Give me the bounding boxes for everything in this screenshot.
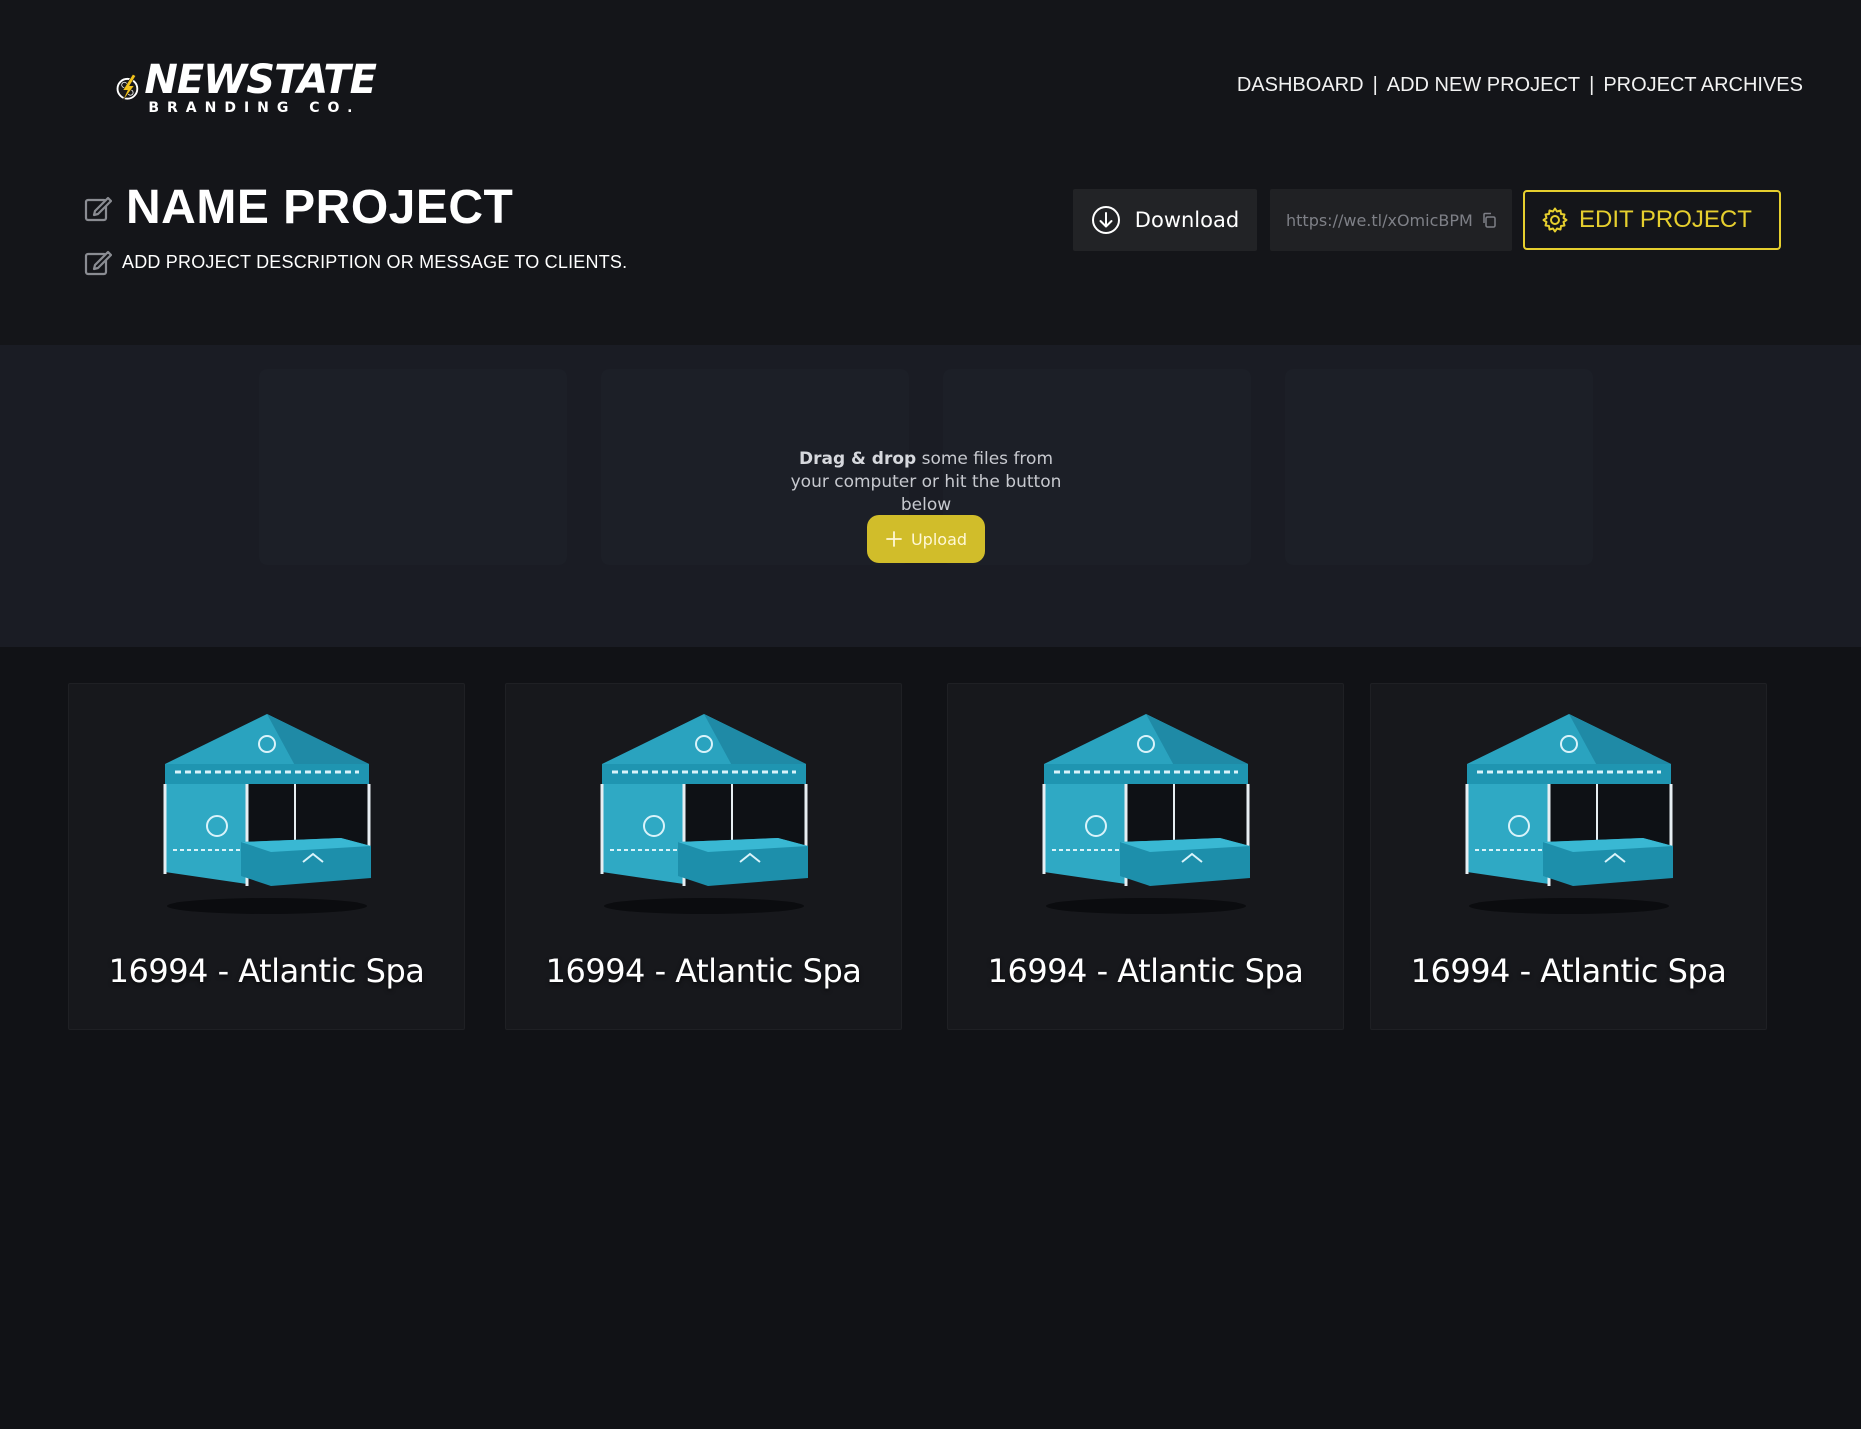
project-card-label: 16994 - Atlantic Spa xyxy=(108,952,425,990)
project-description-row: ADD PROJECT DESCRIPTION OR MESSAGE TO CL… xyxy=(84,248,627,276)
project-card-label: 16994 - Atlantic Spa xyxy=(1410,952,1727,990)
lightning-bolt-icon xyxy=(116,73,139,102)
placeholder-tile xyxy=(1285,369,1593,565)
project-description: ADD PROJECT DESCRIPTION OR MESSAGE TO CL… xyxy=(122,251,628,272)
project-card[interactable]: 16994 - Atlantic Spa xyxy=(947,683,1344,1030)
brand-tagline: BRANDING CO. xyxy=(148,100,361,116)
tent-image xyxy=(1465,714,1675,914)
gear-icon xyxy=(1542,207,1568,233)
project-actions: Download https://we.tl/xOmicBPM EDIT PRO… xyxy=(1073,189,1781,251)
share-link-field[interactable]: https://we.tl/xOmicBPM xyxy=(1270,189,1512,251)
plus-icon xyxy=(886,531,902,547)
project-card[interactable]: 16994 - Atlantic Spa xyxy=(1370,683,1767,1030)
tent-image xyxy=(600,714,810,914)
brand-name: NEWSTATE xyxy=(144,57,377,103)
share-link-text: https://we.tl/xOmicBPM xyxy=(1286,210,1473,230)
pencil-square-icon[interactable] xyxy=(84,194,112,222)
tent-image xyxy=(163,714,373,914)
tent-image xyxy=(1042,714,1252,914)
nav-project-archives[interactable]: PROJECT ARCHIVES xyxy=(1603,74,1803,97)
upload-button[interactable]: Upload xyxy=(867,515,985,563)
page-title: NAME PROJECT xyxy=(126,181,514,234)
edit-project-button[interactable]: EDIT PROJECT xyxy=(1523,190,1781,250)
nav-separator: | xyxy=(1589,74,1595,96)
nav-separator: | xyxy=(1372,74,1378,96)
project-card[interactable]: 16994 - Atlantic Spa xyxy=(505,683,902,1030)
page: NEWSTATE BRANDING CO. DASHBOARD | ADD NE… xyxy=(0,0,1861,1429)
edit-project-label: EDIT PROJECT xyxy=(1579,206,1752,233)
upload-label: Upload xyxy=(910,529,968,549)
project-title-row: NAME PROJECT xyxy=(84,180,513,235)
nav-add-new-project[interactable]: ADD NEW PROJECT xyxy=(1387,74,1580,97)
brand-logo[interactable]: NEWSTATE BRANDING CO. xyxy=(116,48,377,128)
download-circle-icon xyxy=(1091,206,1120,234)
project-card-label: 16994 - Atlantic Spa xyxy=(987,952,1304,990)
upload-dropzone[interactable]: Drag & drop some files from your compute… xyxy=(0,345,1861,647)
header: NEWSTATE BRANDING CO. DASHBOARD | ADD NE… xyxy=(0,0,1861,345)
download-button[interactable]: Download xyxy=(1073,189,1257,251)
project-card[interactable]: 16994 - Atlantic Spa xyxy=(68,683,465,1030)
placeholder-tile xyxy=(259,369,567,565)
project-card-label: 16994 - Atlantic Spa xyxy=(545,952,862,990)
dropzone-instructions-bold: Drag & drop xyxy=(799,449,917,469)
top-nav: DASHBOARD | ADD NEW PROJECT | PROJECT AR… xyxy=(1237,74,1803,97)
download-label: Download xyxy=(1134,208,1240,232)
nav-dashboard[interactable]: DASHBOARD xyxy=(1237,74,1364,97)
copy-icon[interactable] xyxy=(1481,212,1497,228)
pencil-square-icon[interactable] xyxy=(84,248,112,276)
dropzone-instructions: Drag & drop some files from your compute… xyxy=(780,448,1072,517)
